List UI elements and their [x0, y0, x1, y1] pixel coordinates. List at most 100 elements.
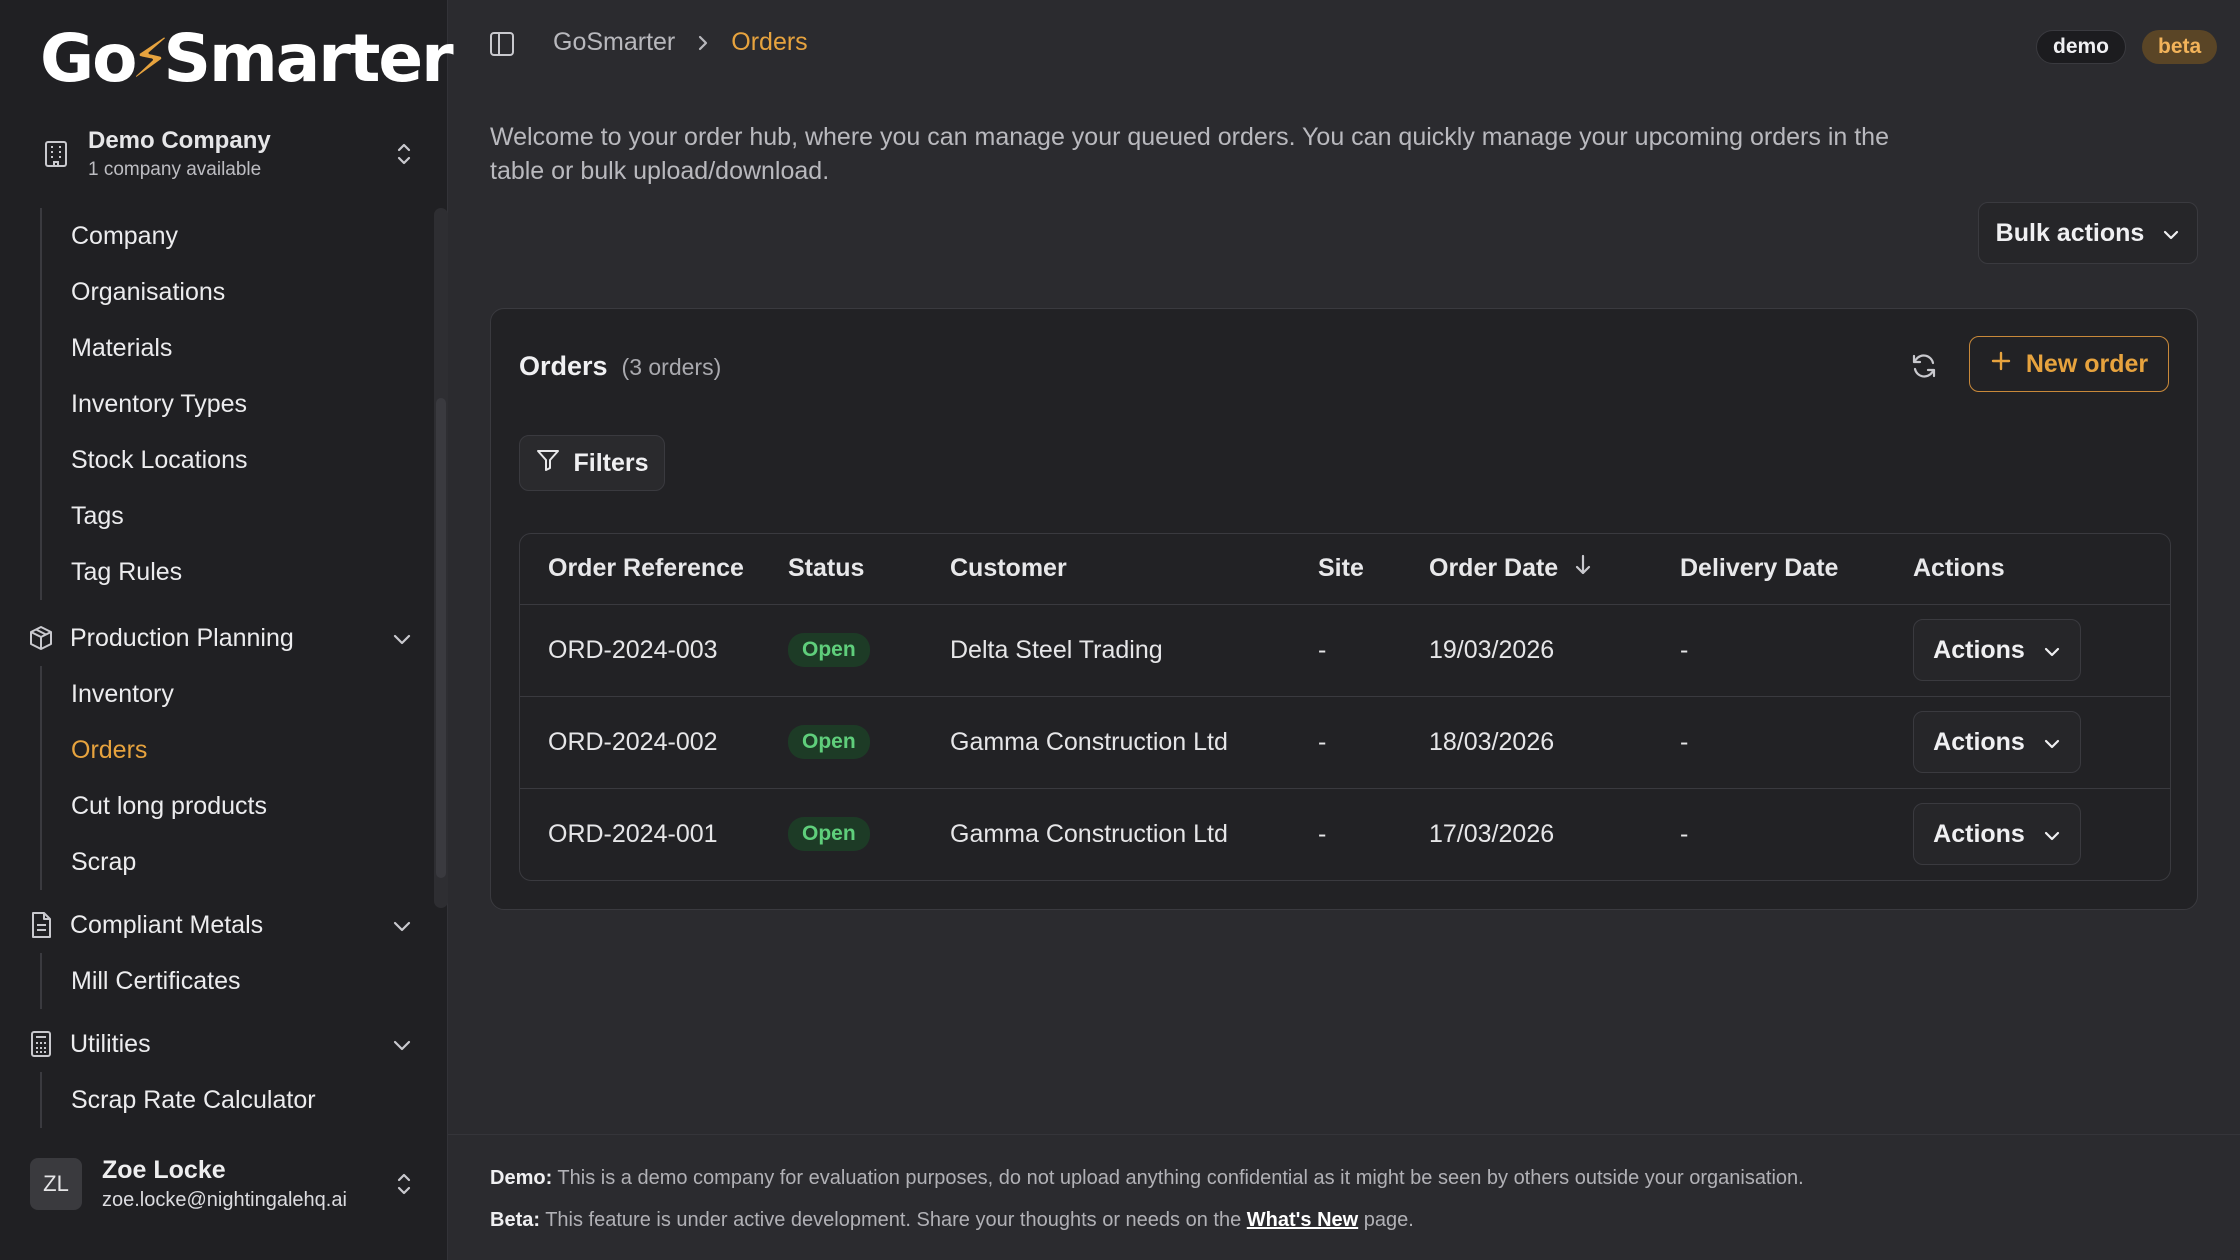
sidebar-item-company[interactable]: Company: [42, 208, 248, 264]
table-row[interactable]: ORD-2024-002 Open Gamma Construction Ltd…: [520, 696, 2170, 789]
sidebar-item-scrap[interactable]: Scrap: [42, 834, 267, 890]
sidebar-item-tag-rules[interactable]: Tag Rules: [42, 544, 248, 600]
sidebar-item-inventory[interactable]: Inventory: [42, 666, 267, 722]
row-actions-label: Actions: [1933, 819, 2025, 848]
company-count: 1 company available: [88, 159, 262, 180]
gosmarter-logo[interactable]: Go ⚡ Smarter: [40, 18, 454, 98]
row-actions-label: Actions: [1933, 727, 2025, 756]
sidebar-item-cut-long-products[interactable]: Cut long products: [42, 778, 267, 834]
cell-site: -: [1318, 696, 1429, 789]
column-header-status[interactable]: Status: [788, 534, 950, 605]
status-badge: Open: [788, 633, 870, 667]
status-badge: Open: [788, 725, 870, 759]
bulk-actions-label: Bulk actions: [1995, 218, 2145, 247]
sidebar-group-utilities[interactable]: Utilities: [24, 1016, 412, 1072]
demo-badge: demo: [2036, 30, 2127, 64]
sidebar-item-mill-certificates[interactable]: Mill Certificates: [42, 953, 240, 1009]
cell-order-reference: ORD-2024-003: [520, 604, 788, 697]
company-switcher[interactable]: Demo Company 1 company available: [24, 118, 424, 190]
whats-new-link[interactable]: What's New: [1247, 1209, 1358, 1231]
column-header-actions: Actions: [1913, 534, 2170, 605]
sidebar-item-orders[interactable]: Orders: [42, 722, 267, 778]
sidebar-group-production-planning[interactable]: Production Planning: [24, 610, 412, 666]
order-date-header-label: Order Date: [1429, 554, 1559, 583]
cell-order-date: 18/03/2026: [1429, 696, 1680, 789]
column-header-site[interactable]: Site: [1318, 534, 1429, 605]
sidebar-nav: Company Organisations Materials Inventor…: [0, 208, 448, 1128]
document-icon: [24, 911, 58, 939]
row-actions-button[interactable]: Actions: [1913, 711, 2081, 773]
chevrons-up-down-icon: [384, 1170, 424, 1198]
row-actions-button[interactable]: Actions: [1913, 619, 2081, 681]
cell-delivery-date: -: [1680, 696, 1913, 789]
cell-delivery-date: -: [1680, 604, 1913, 697]
column-header-customer[interactable]: Customer: [950, 534, 1318, 605]
beta-badge: beta: [2142, 30, 2218, 64]
chevron-down-icon: [2043, 636, 2061, 665]
chevron-right-icon: [697, 34, 709, 52]
orders-count: (3 orders): [621, 354, 722, 380]
sidebar-toggle-icon[interactable]: [488, 30, 518, 60]
demo-notice: Demo: This is a demo company for evaluat…: [490, 1167, 1804, 1190]
cell-site: -: [1318, 604, 1429, 697]
calculator-icon: [24, 1030, 58, 1058]
cell-customer: Delta Steel Trading: [950, 604, 1318, 697]
logo-text-smarter: Smarter: [163, 19, 453, 97]
sidebar-item-organisations[interactable]: Organisations: [42, 264, 248, 320]
orders-table: Order Reference Status Customer Site Ord…: [519, 533, 2171, 881]
filters-button[interactable]: Filters: [519, 435, 665, 491]
chevron-down-icon: [2043, 728, 2061, 757]
orders-card: Orders (3 orders) New order Filters Orde…: [490, 308, 2198, 910]
sidebar-group-compliant-metals[interactable]: Compliant Metals: [24, 897, 412, 953]
beta-notice-label: Beta:: [490, 1209, 541, 1231]
sidebar-item-tags[interactable]: Tags: [42, 488, 248, 544]
sidebar-item-materials[interactable]: Materials: [42, 320, 248, 376]
row-actions-label: Actions: [1933, 635, 2025, 664]
package-icon: [24, 625, 58, 651]
column-header-order-reference[interactable]: Order Reference: [520, 534, 788, 605]
filter-icon: [535, 447, 561, 480]
column-header-order-date[interactable]: Order Date: [1429, 534, 1680, 605]
cell-order-date: 19/03/2026: [1429, 604, 1680, 697]
building-icon: [24, 140, 88, 168]
sidebar-scrollbar[interactable]: [434, 208, 448, 908]
cell-order-date: 17/03/2026: [1429, 819, 1555, 848]
bulk-actions-button[interactable]: Bulk actions: [1978, 202, 2198, 264]
cell-customer: Gamma Construction Ltd: [950, 696, 1318, 789]
user-name: Zoe Locke: [102, 1156, 226, 1184]
sidebar-item-scrap-rate-calculator[interactable]: Scrap Rate Calculator: [42, 1072, 316, 1128]
user-menu[interactable]: ZL Zoe Locke zoe.locke@nightingalehq.ai: [24, 1148, 424, 1220]
table-row[interactable]: ORD-2024-001 Open Gamma Construction Ltd…: [520, 788, 2170, 880]
sidebar-item-stock-locations[interactable]: Stock Locations: [42, 432, 248, 488]
page-description: Welcome to your order hub, where you can…: [490, 123, 1889, 185]
avatar: ZL: [30, 1158, 82, 1210]
chevron-down-icon: [392, 624, 412, 653]
sidebar-group-label: Production Planning: [70, 623, 294, 652]
cell-customer: Gamma Construction Ltd: [950, 819, 1228, 848]
sort-descending-icon: [1574, 553, 1592, 584]
chevron-down-icon: [2043, 820, 2061, 849]
refresh-icon[interactable]: [1909, 351, 1941, 383]
utilities-list: Scrap Rate Calculator: [40, 1072, 316, 1128]
demo-notice-label: Demo:: [490, 1167, 553, 1189]
company-settings-list: Company Organisations Materials Inventor…: [40, 208, 248, 600]
cell-order-reference: ORD-2024-001: [548, 819, 718, 848]
sidebar-group-label: Compliant Metals: [70, 910, 264, 939]
filters-label: Filters: [573, 448, 649, 477]
new-order-button[interactable]: New order: [1969, 336, 2169, 392]
chevron-down-icon: [392, 911, 412, 940]
beta-notice: Beta: This feature is under active devel…: [490, 1209, 1414, 1232]
new-order-label: New order: [2025, 349, 2149, 378]
user-email: zoe.locke@nightingalehq.ai: [102, 1189, 347, 1211]
beta-notice-suffix: page.: [1358, 1209, 1414, 1231]
column-header-delivery-date[interactable]: Delivery Date: [1680, 534, 1913, 605]
logo-text-go: Go: [40, 19, 138, 97]
chevron-down-icon: [2162, 219, 2180, 248]
breadcrumb-home[interactable]: GoSmarter: [553, 28, 675, 57]
table-row[interactable]: ORD-2024-003 Open Delta Steel Trading - …: [520, 604, 2170, 697]
status-badge: Open: [788, 817, 870, 852]
sidebar-item-inventory-types[interactable]: Inventory Types: [42, 376, 248, 432]
chevron-down-icon: [392, 1030, 412, 1059]
row-actions-button[interactable]: Actions: [1913, 803, 2081, 866]
table-header-row: Order Reference Status Customer Site Ord…: [520, 534, 2170, 605]
